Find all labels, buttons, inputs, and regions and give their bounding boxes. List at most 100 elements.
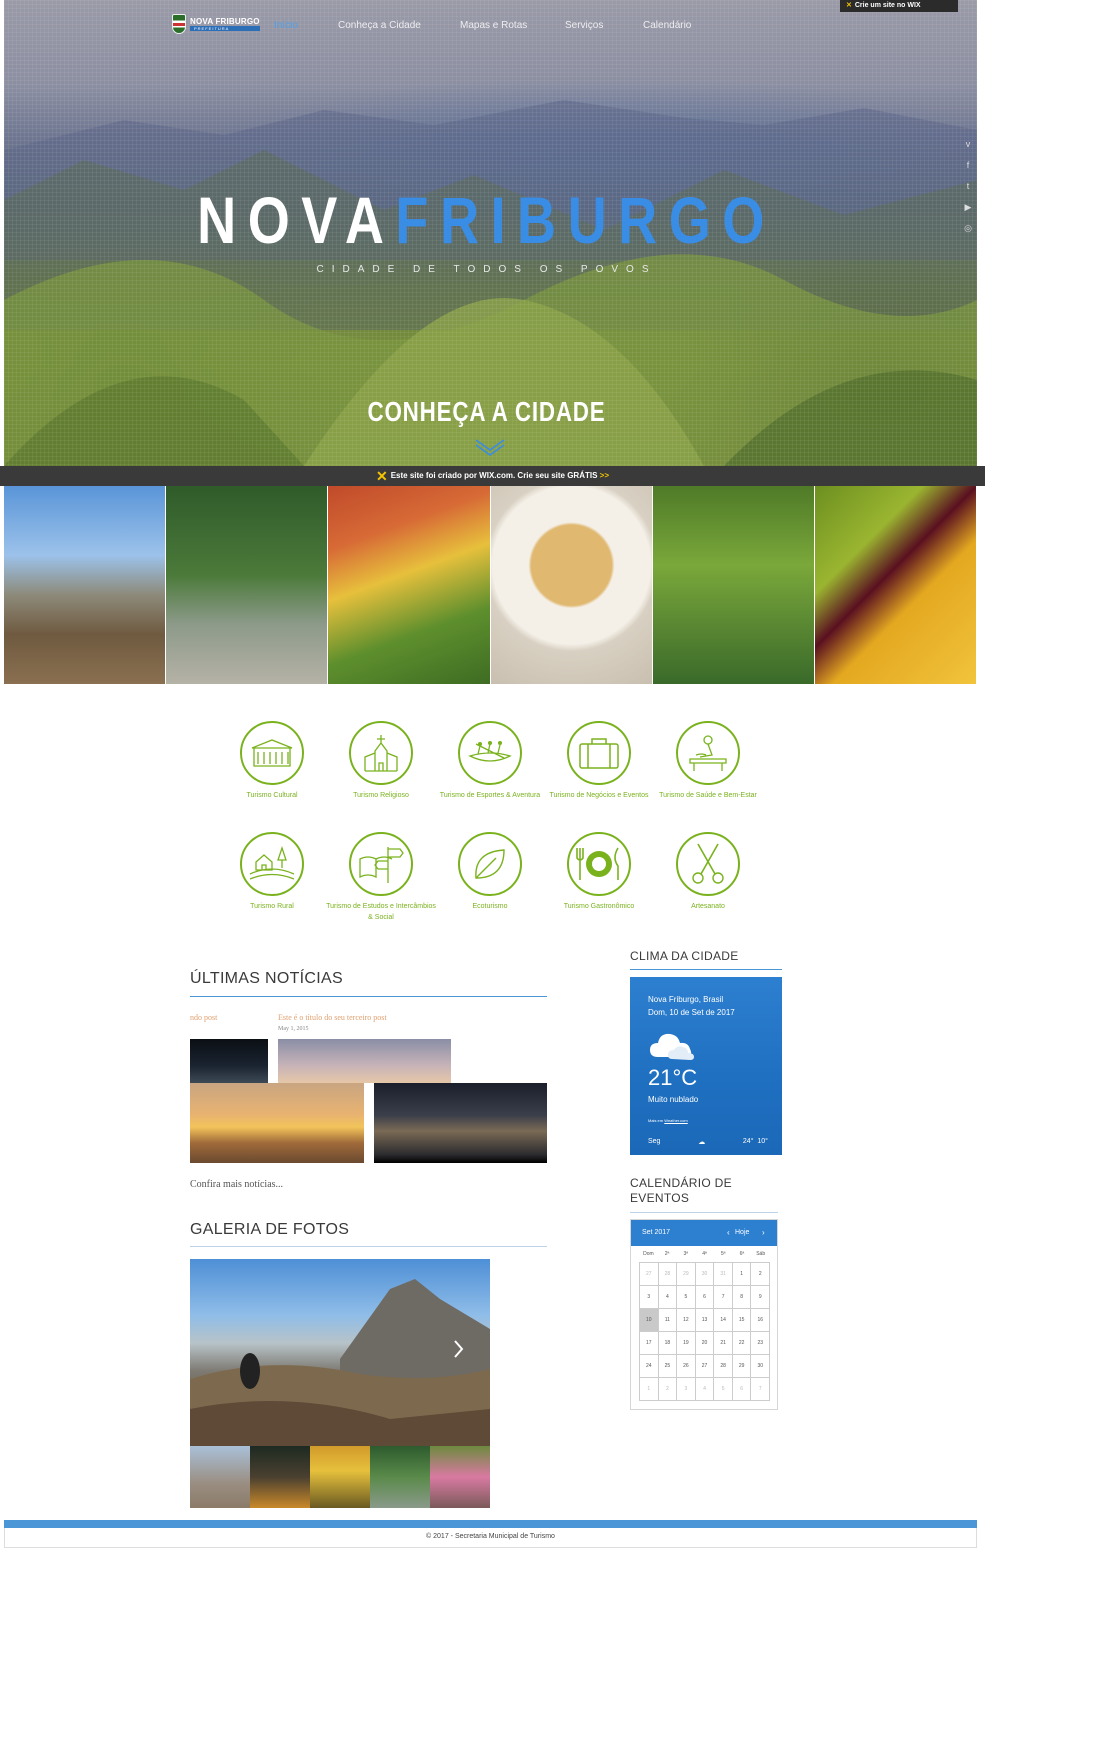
calendar-day[interactable]: 2	[751, 1263, 771, 1286]
calendar-today-button[interactable]: Hoje	[735, 1229, 749, 1236]
photo-green-valley[interactable]	[652, 486, 815, 684]
small-cloud-icon: ☁	[698, 1139, 706, 1146]
calendar-day[interactable]: 14	[714, 1309, 733, 1332]
calendar-day[interactable]: 5	[714, 1378, 733, 1401]
calendar-day[interactable]: 21	[714, 1332, 733, 1355]
calendar-day[interactable]: 27	[640, 1263, 659, 1286]
calendar-day[interactable]: 5	[677, 1286, 696, 1309]
social-links: v f t ▶ ◎	[962, 138, 974, 234]
nav-item-calendario[interactable]: Calendário	[643, 20, 691, 31]
calendar-day[interactable]: 1	[732, 1263, 752, 1286]
coat-of-arms-icon	[172, 14, 186, 34]
gallery-thumb[interactable]	[370, 1446, 430, 1508]
calendar-day[interactable]: 1	[640, 1378, 659, 1401]
news-thumb-night[interactable]	[190, 1039, 268, 1083]
vimeo-icon[interactable]: v	[962, 138, 974, 150]
weather-condition: Muito nublado	[648, 1095, 699, 1104]
photo-soup-bowl[interactable]	[490, 486, 653, 684]
gallery-main-photo[interactable]	[190, 1259, 490, 1446]
calendar-day[interactable]: 7	[751, 1378, 771, 1401]
nav-item-servicos[interactable]: Serviços	[565, 20, 603, 31]
calendar-day[interactable]: 30	[695, 1263, 715, 1286]
calendar-day[interactable]: 6	[695, 1286, 715, 1309]
calendar-day[interactable]: 4	[658, 1286, 678, 1309]
weather-widget[interactable]: Nova Friburgo, Brasil Dom, 10 de Set de …	[630, 977, 782, 1155]
wix-promo-bar[interactable]: ✕ Este site foi criado por WIX.com. Crie …	[0, 466, 985, 486]
gallery-thumb[interactable]	[190, 1446, 250, 1508]
calendar-day[interactable]: 8	[732, 1286, 752, 1309]
calendar-day[interactable]: 22	[732, 1332, 752, 1355]
calendar-day[interactable]: 15	[732, 1309, 752, 1332]
calendar-day[interactable]: 25	[658, 1355, 678, 1378]
nav-item-conheca[interactable]: Conheça a Cidade	[338, 20, 421, 31]
photo-wine-cheese[interactable]	[814, 486, 978, 684]
calendar-day[interactable]: 10	[640, 1309, 659, 1332]
gallery-thumb[interactable]	[250, 1446, 310, 1508]
calendar-day[interactable]: 12	[677, 1309, 696, 1332]
gallery-thumb[interactable]	[430, 1446, 490, 1508]
calendar-day[interactable]: 29	[732, 1355, 752, 1378]
calendar-day[interactable]: 4	[695, 1378, 715, 1401]
category-turismo-saude[interactable]: Turismo de Saúde e Bem-Estar	[653, 721, 763, 801]
facebook-icon[interactable]: f	[962, 159, 974, 171]
category-ecoturismo[interactable]: Ecoturismo	[435, 832, 545, 912]
twitter-icon[interactable]: t	[962, 180, 974, 192]
chevron-down-icon[interactable]	[474, 438, 506, 456]
calendar-header: Set 2017 ‹ Hoje ›	[631, 1220, 777, 1246]
category-turismo-gastronomico[interactable]: Turismo Gastronômico	[544, 832, 654, 912]
news-thumb-sunset[interactable]	[190, 1083, 364, 1163]
weather-heading: CLIMA DA CIDADE	[630, 949, 739, 963]
calendar-day[interactable]: 3	[640, 1286, 659, 1309]
city-logo[interactable]: NOVA FRIBURGO PREFEITURA	[172, 14, 260, 34]
category-turismo-rural[interactable]: Turismo Rural	[217, 832, 327, 912]
instagram-icon[interactable]: ◎	[962, 222, 974, 234]
gallery-thumbnails	[190, 1446, 490, 1508]
footer: © 2017 - Secretaria Municipal de Turismo	[4, 1528, 977, 1548]
gallery-thumb[interactable]	[310, 1446, 370, 1508]
nav-item-inicio[interactable]: Início	[274, 20, 298, 31]
calendar-day[interactable]: 27	[695, 1355, 715, 1378]
category-turismo-esportes[interactable]: Turismo de Esportes & Aventura	[435, 721, 545, 801]
calendar-day[interactable]: 16	[751, 1309, 771, 1332]
category-turismo-religioso[interactable]: Turismo Religioso	[326, 721, 436, 801]
calendar-day[interactable]: 2	[658, 1378, 678, 1401]
more-news-link[interactable]: Confira mais notícias...	[190, 1179, 283, 1190]
photo-city-promenade[interactable]	[166, 486, 329, 684]
chevron-left-icon[interactable]: ‹	[727, 1228, 730, 1237]
hero-cta[interactable]: CONHEÇA A CIDADE	[97, 396, 875, 428]
news-post-title[interactable]: Este é o título do seu terceiro post	[278, 1013, 387, 1022]
category-turismo-cultural[interactable]: Turismo Cultural	[217, 721, 327, 801]
rafting-icon	[468, 741, 512, 762]
calendar-day[interactable]: 24	[640, 1355, 659, 1378]
calendar-day[interactable]: 6	[732, 1378, 752, 1401]
news-thumb-city-night[interactable]	[374, 1083, 547, 1163]
calendar-day[interactable]: 18	[658, 1332, 678, 1355]
calendar-day[interactable]: 29	[677, 1263, 696, 1286]
photo-colorful-houses[interactable]	[328, 486, 491, 684]
calendar-day[interactable]: 30	[751, 1355, 771, 1378]
calendar-day[interactable]: 13	[695, 1309, 715, 1332]
calendar-day[interactable]: 28	[658, 1263, 678, 1286]
calendar-day[interactable]: 26	[677, 1355, 696, 1378]
calendar-day[interactable]: 11	[658, 1309, 678, 1332]
photo-mountain-peak[interactable]	[4, 486, 167, 684]
calendar-week-row: 27 28 29 30 31 1 2	[640, 1263, 771, 1286]
calendar-day[interactable]: 19	[677, 1332, 696, 1355]
category-turismo-negocios[interactable]: Turismo de Negócios e Eventos	[544, 721, 654, 801]
category-turismo-estudos[interactable]: Turismo de Estudos e Intercâmbios & Soci…	[326, 832, 436, 923]
calendar-day[interactable]: 23	[751, 1332, 771, 1355]
nav-item-mapas[interactable]: Mapas e Rotas	[460, 20, 527, 31]
calendar-day[interactable]: 7	[714, 1286, 733, 1309]
calendar-day[interactable]: 31	[714, 1263, 733, 1286]
youtube-icon[interactable]: ▶	[962, 201, 974, 213]
calendar-day[interactable]: 28	[714, 1355, 733, 1378]
wix-create-site-badge[interactable]: ✕ Crie um site no WIX	[840, 0, 958, 12]
news-prev-post-title[interactable]: ndo post	[190, 1013, 217, 1022]
calendar-day[interactable]: 20	[695, 1332, 715, 1355]
category-artesanato[interactable]: Artesanato	[653, 832, 763, 912]
calendar-day[interactable]: 3	[677, 1378, 696, 1401]
chevron-right-icon[interactable]: ›	[762, 1228, 765, 1237]
calendar-day[interactable]: 17	[640, 1332, 659, 1355]
calendar-day[interactable]: 9	[751, 1286, 771, 1309]
news-thumb-sky[interactable]	[278, 1039, 451, 1083]
